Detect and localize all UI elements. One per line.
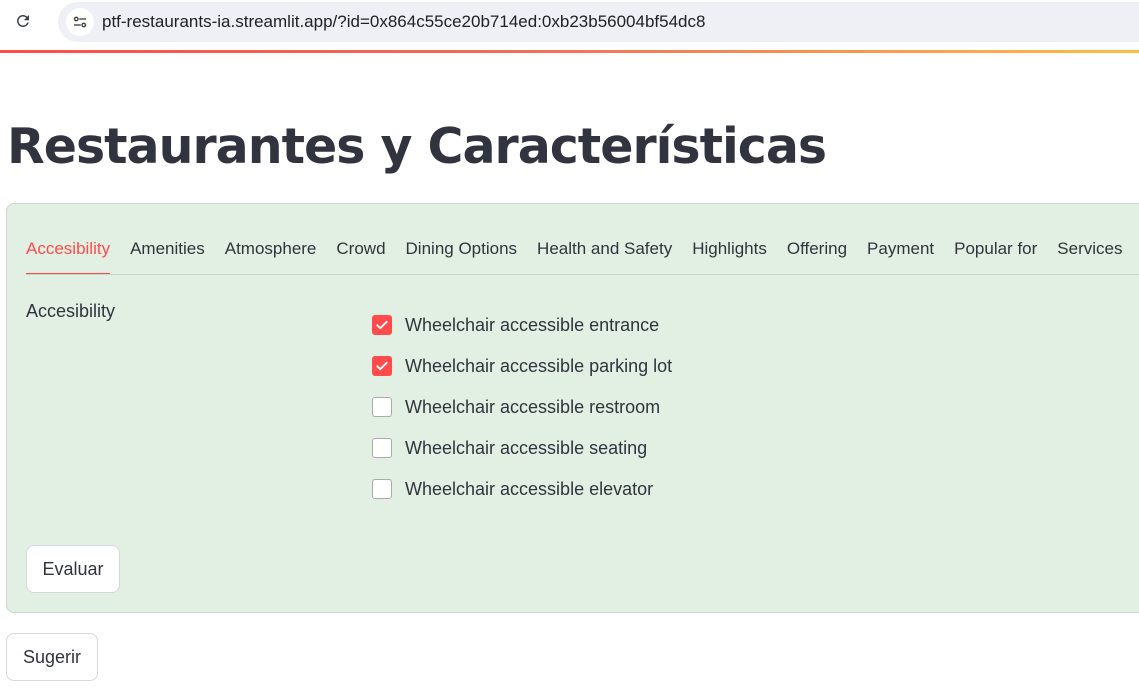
tab-payment[interactable]: Payment (867, 231, 934, 275)
field-label: Accesibility (26, 301, 116, 321)
checkbox-label[interactable]: Wheelchair accessible seating (405, 438, 647, 459)
tab-bar: Accesibility Amenities Atmosphere Crowd … (26, 231, 1122, 275)
checkbox-box[interactable] (372, 397, 392, 417)
tab-health-and-safety[interactable]: Health and Safety (537, 231, 672, 275)
checkbox-box[interactable] (372, 315, 392, 335)
checkbox-group: Wheelchair accessible entrance Wheelchai… (372, 300, 672, 514)
checkbox-label[interactable]: Wheelchair accessible parking lot (405, 356, 672, 377)
tab-crowd[interactable]: Crowd (336, 231, 385, 275)
tab-amenities[interactable]: Amenities (130, 231, 205, 275)
checkbox-label[interactable]: Wheelchair accessible entrance (405, 315, 659, 336)
checkbox-box[interactable] (372, 356, 392, 376)
reload-icon[interactable] (12, 10, 34, 32)
streamlit-decoration-bar (0, 50, 1139, 53)
page-title: Restaurantes y Características (7, 118, 827, 175)
address-bar[interactable]: ptf-restaurants-ia.streamlit.app/?id=0x8… (58, 2, 1139, 42)
tab-divider (26, 274, 1139, 275)
checkbox-box[interactable] (372, 479, 392, 499)
checkbox-label[interactable]: Wheelchair accessible elevator (405, 479, 653, 500)
evaluate-button[interactable]: Evaluar (26, 545, 120, 593)
tab-offering[interactable]: Offering (787, 231, 847, 275)
checkbox-wheelchair-elevator[interactable]: Wheelchair accessible elevator (372, 464, 672, 514)
checkbox-label[interactable]: Wheelchair accessible restroom (405, 397, 660, 418)
tab-accesibility[interactable]: Accesibility (26, 231, 111, 275)
tab-highlights[interactable]: Highlights (692, 231, 767, 275)
tab-services[interactable]: Services (1057, 231, 1122, 275)
url-text[interactable]: ptf-restaurants-ia.streamlit.app/?id=0x8… (102, 2, 705, 42)
checkbox-box[interactable] (372, 438, 392, 458)
tab-popular-for[interactable]: Popular for (954, 231, 1037, 275)
evaluation-form: Accesibility Amenities Atmosphere Crowd … (6, 203, 1139, 613)
tab-dining-options[interactable]: Dining Options (406, 231, 518, 275)
tab-atmosphere[interactable]: Atmosphere (225, 231, 317, 275)
check-icon (376, 320, 388, 330)
check-icon (376, 361, 388, 371)
browser-toolbar: ptf-restaurants-ia.streamlit.app/?id=0x8… (0, 0, 1139, 46)
tune-icon[interactable] (66, 8, 94, 36)
suggest-button[interactable]: Sugerir (6, 633, 98, 681)
